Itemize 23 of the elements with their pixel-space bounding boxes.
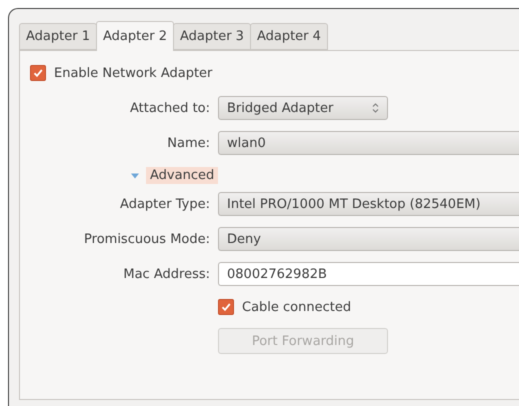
attached-to-combo[interactable]: Bridged Adapter [218,96,388,120]
field-label: Attached to: [128,100,210,116]
field-label: Name: [166,136,210,150]
field-label: Adapter Type: [119,196,210,212]
checkbox-label[interactable]: Cable connected [242,300,352,314]
field-label: Mac Address: [122,266,210,282]
checkbox[interactable] [218,299,234,315]
check-icon [221,302,231,312]
tab[interactable]: Adapter 4 [250,23,328,50]
spinner-icon [372,102,379,114]
advanced-expander[interactable]: Advanced [146,167,218,184]
tab[interactable]: Adapter 2 [96,21,174,51]
dropdown-field[interactable]: Intel PRO/1000 MT Desktop (82540EM) [218,192,519,216]
dropdown-field[interactable]: Deny [218,227,519,251]
check-icon [33,68,43,78]
checkbox-label[interactable]: Enable Network Adapter [54,66,212,80]
field-label: Promiscuous Mode: [83,232,210,246]
tab[interactable]: Adapter 3 [172,23,251,50]
tab[interactable]: Adapter 1 [19,23,97,50]
input-field[interactable]: 08002762982B [218,262,519,286]
dropdown-field[interactable]: wlan0 [218,131,519,155]
expander-icon[interactable] [130,172,140,180]
checkbox[interactable] [30,65,46,81]
